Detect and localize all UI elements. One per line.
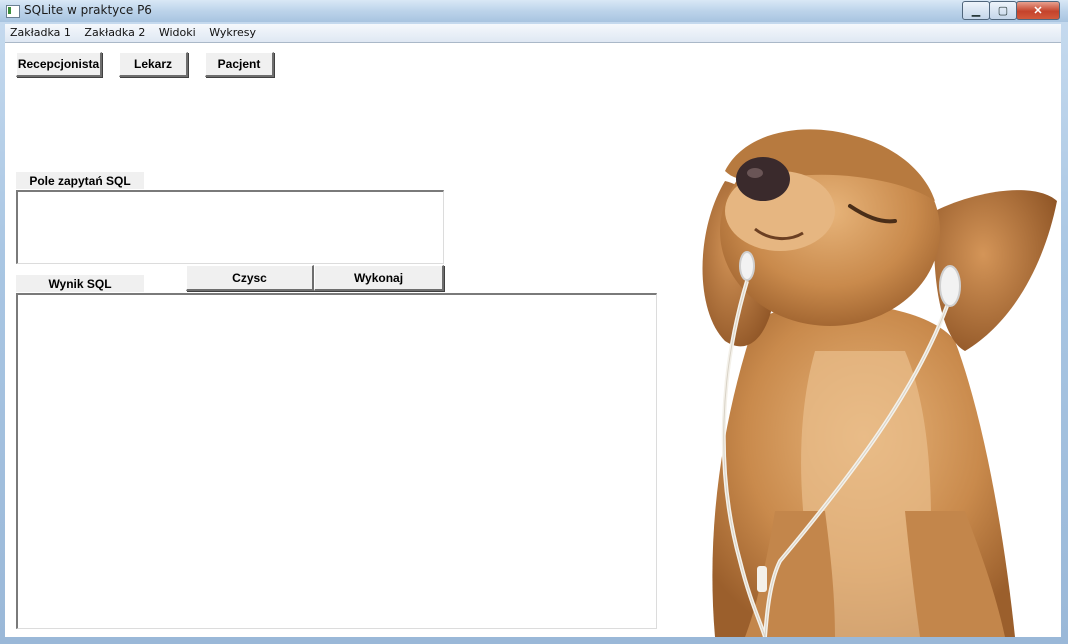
menu-wykresy[interactable]: Wykresy xyxy=(204,24,261,39)
minimize-icon[interactable]: ▁ xyxy=(962,1,990,20)
puppy-illustration xyxy=(702,129,1057,637)
sql-query-input[interactable] xyxy=(16,190,444,264)
maximize-icon[interactable]: ▢ xyxy=(989,1,1017,20)
menu-zakladka-1[interactable]: Zakładka 1 xyxy=(5,24,76,39)
client-area: Recepcjonista Lekarz Pacjent Pole zapyta… xyxy=(5,43,1061,637)
menu-widoki[interactable]: Widoki xyxy=(154,24,201,39)
menu-zakladka-2[interactable]: Zakładka 2 xyxy=(79,24,150,39)
sql-result-output[interactable] xyxy=(16,293,657,629)
app-icon[interactable] xyxy=(6,5,20,18)
clear-button[interactable]: Czysc xyxy=(186,265,314,291)
window-title: SQLite w praktyce P6 xyxy=(24,3,152,17)
pacjent-button[interactable]: Pacjent xyxy=(205,52,274,77)
app-window: SQLite w praktyce P6 ▁ ▢ ✕ Zakładka 1 Za… xyxy=(0,0,1068,644)
result-label: Wynik SQL xyxy=(16,275,144,292)
title-bar[interactable]: SQLite w praktyce P6 ▁ ▢ ✕ xyxy=(0,0,1068,22)
menu-bar: Zakładka 1 Zakładka 2 Widoki Wykresy xyxy=(5,24,1061,43)
query-label: Pole zapytań SQL xyxy=(16,172,144,189)
window-controls: ▁ ▢ ✕ xyxy=(962,1,1060,20)
close-icon[interactable]: ✕ xyxy=(1016,1,1060,20)
recepcjonista-button[interactable]: Recepcjonista xyxy=(16,52,102,77)
lekarz-button[interactable]: Lekarz xyxy=(119,52,188,77)
execute-button[interactable]: Wykonaj xyxy=(314,265,444,291)
